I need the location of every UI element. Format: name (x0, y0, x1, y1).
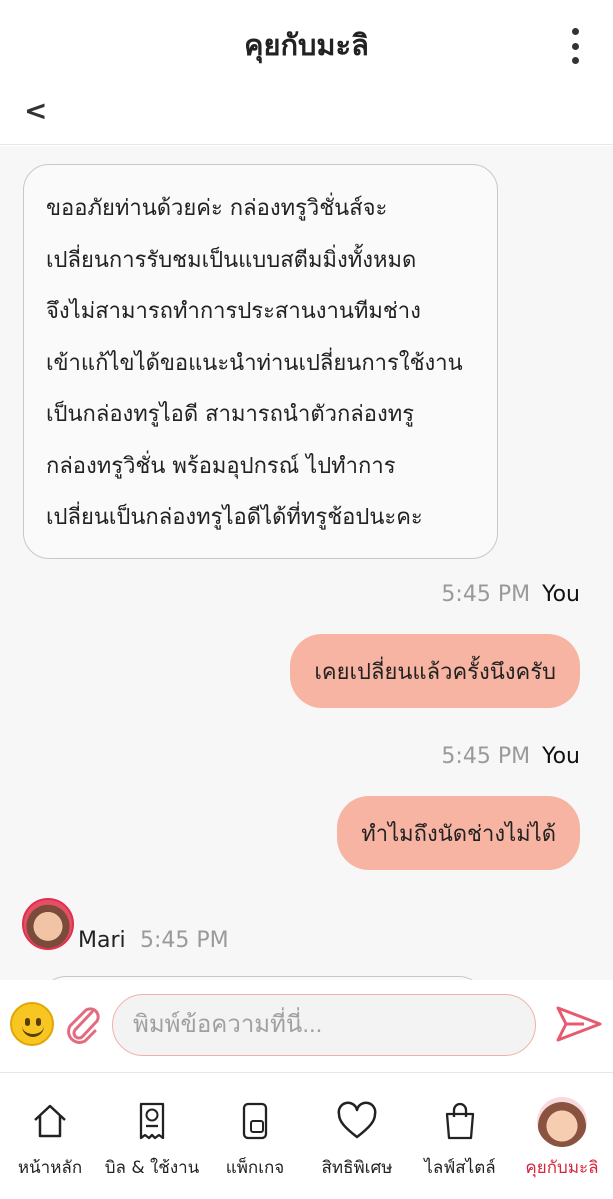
message-line: เข้าแก้ไขได้ขอแนะนำท่านเปลี่ยนการใช้งาน (46, 350, 463, 376)
user-message-bubble: ทำไมถึงนัดช่างไม่ได้ (337, 796, 580, 870)
tab-label: หน้าหลัก (17, 1158, 83, 1178)
tab-home[interactable]: หน้าหลัก (0, 1073, 100, 1199)
back-button[interactable]: < (24, 94, 47, 127)
tab-label: คุยกับมะลิ (525, 1158, 599, 1178)
tab-chat-mali[interactable]: คุยกับมะลิ (512, 1073, 612, 1199)
message-meta: 5:45 PM You (441, 744, 580, 769)
message-composer (0, 980, 613, 1070)
page-title: คุยกับมะลิ (244, 28, 369, 62)
message-time: 5:45 PM (441, 582, 531, 607)
message-time: 5:45 PM (140, 928, 229, 953)
heart-icon (337, 1101, 377, 1139)
message-line: เปลี่ยนการรับชมเป็นแบบสตีมมิ่งทั้งหมด (46, 247, 417, 273)
send-icon[interactable] (554, 1002, 604, 1046)
mali-avatar (537, 1097, 587, 1147)
agent-message-bubble: ขออภัยท่านด้วยค่ะ กล่องทรูวิชั่นส์จะ เปล… (23, 164, 498, 559)
user-message-bubble: เคยเปลี่ยนแล้วครั้งนึงครับ (290, 634, 580, 708)
phone-sim-icon (242, 1102, 268, 1140)
chat-area[interactable]: ขออภัยท่านด้วยค่ะ กล่องทรูวิชั่นส์จะ เปล… (0, 146, 613, 980)
tab-privileges[interactable]: สิทธิพิเศษ (307, 1073, 407, 1199)
shopping-bag-icon (445, 1102, 475, 1140)
message-line: กล่องทรูวิชั่น พร้อมอุปกรณ์ ไปทำการ (46, 453, 396, 479)
tab-label: ไลฟ์สไตล์ (424, 1158, 496, 1178)
app-header: คุยกับมะลิ < (0, 0, 613, 145)
tab-lifestyle[interactable]: ไลฟ์สไตล์ (410, 1073, 510, 1199)
message-line: ขออภัยท่านด้วยค่ะ กล่องทรูวิชั่นส์จะ (46, 196, 388, 221)
tab-label: แพ็กเกจ (225, 1158, 285, 1178)
tab-label: สิทธิพิเศษ (321, 1158, 393, 1178)
message-sender: You (542, 582, 580, 607)
message-time: 5:45 PM (441, 744, 531, 769)
message-line: เป็นกล่องทรูไอดี สามารถนำตัวกล่องทรู (46, 402, 415, 427)
bottom-tab-bar: หน้าหลัก บิล & ใช้งาน แพ็กเกจ สิทธิพิเศษ… (0, 1072, 613, 1199)
home-icon (34, 1104, 66, 1138)
tab-bill-usage[interactable]: บิล & ใช้งาน (102, 1073, 202, 1199)
message-sender: You (542, 744, 580, 769)
message-input[interactable] (112, 994, 536, 1056)
tab-package[interactable]: แพ็กเกจ (205, 1073, 305, 1199)
emoji-icon[interactable] (10, 1002, 54, 1046)
bill-icon (139, 1102, 165, 1140)
message-line: เปลี่ยนเป็นกล่องทรูไอดีได้ที่ทรูช้อปนะคะ (46, 505, 423, 530)
more-options-icon[interactable] (564, 28, 586, 64)
agent-avatar (22, 898, 74, 950)
message-meta: 5:45 PM You (441, 582, 580, 607)
message-sender: Mari (78, 928, 126, 953)
tab-label: บิล & ใช้งาน (104, 1158, 200, 1178)
attachment-icon[interactable] (62, 1002, 104, 1046)
message-line: จึงไม่สามารถทำการประสานงานทีมช่าง (46, 299, 421, 324)
